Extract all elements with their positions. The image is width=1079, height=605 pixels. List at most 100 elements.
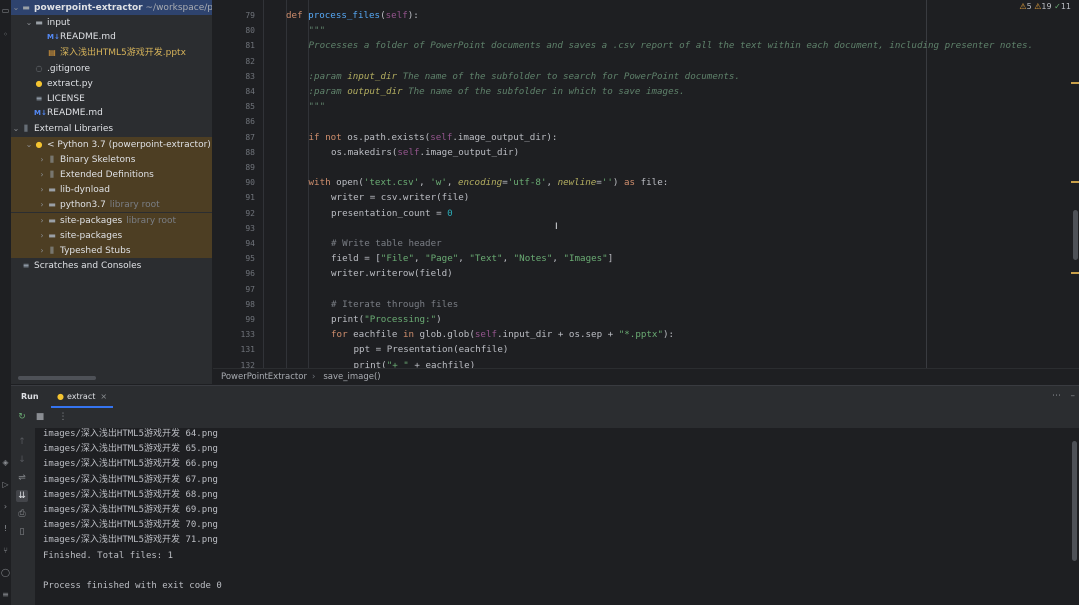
chevron-right-icon[interactable]: › (37, 152, 47, 167)
markdown-icon: M↓ (47, 33, 60, 42)
rerun-icon[interactable]: ↻ (16, 411, 28, 423)
tree-item[interactable]: ≡ Scratches and Consoles (11, 258, 212, 273)
trash-icon[interactable]: ▯ (16, 526, 28, 538)
tree-item[interactable]: › ▬ python3.7 library root (11, 197, 212, 213)
code-line[interactable]: field = ["File", "Page", "Text", "Notes"… (331, 251, 613, 266)
todo-icon[interactable]: ≡ (1, 590, 10, 599)
tree-item[interactable]: › ⫼ Typeshed Stubs (11, 243, 212, 258)
code-line[interactable]: with open('text.csv', 'w', encoding='utf… (309, 175, 669, 190)
chevron-right-icon[interactable]: › (37, 197, 47, 212)
more-options-icon[interactable]: ⋯ (1052, 391, 1061, 401)
tree-item[interactable]: ◌ .gitignore (11, 61, 212, 76)
console-line: images/深入浅出HTML5游戏开发 64.png (43, 429, 218, 439)
code-line[interactable]: writer = csv.writer(file) (331, 190, 469, 205)
tree-item-label: Scratches and Consoles (34, 261, 142, 272)
git-icon[interactable]: ⑂ (1, 546, 10, 555)
services-icon[interactable]: ◯ (1, 568, 10, 577)
tree-item[interactable]: ▤ 深入浅出HTML5游戏开发.pptx (11, 45, 212, 60)
inspection-widget[interactable]: ⚠5 ⚠19 ✓11 (1019, 2, 1071, 11)
breadcrumb-class[interactable]: PowerPointExtractor (221, 372, 307, 382)
tab-label: extract (66, 392, 96, 401)
chevron-down-icon[interactable]: ⌄ (11, 0, 21, 15)
tree-item[interactable]: ⌄ ● < Python 3.7 (powerpoint-extractor) > (11, 136, 212, 152)
horizontal-scrollbar[interactable] (18, 376, 96, 380)
tree-item[interactable]: › ▬ lib-dynload (11, 182, 212, 198)
close-icon[interactable]: × (100, 392, 107, 401)
tree-item[interactable]: › ▬ site-packages library root (11, 212, 212, 228)
python-packages-icon[interactable]: ◈ (1, 458, 10, 467)
console-line: images/深入浅出HTML5游戏开发 68.png (43, 489, 218, 500)
chevron-down-icon[interactable]: ⌄ (24, 137, 34, 152)
code-area[interactable]: def process_files(self): """ Processes a f… (263, 0, 1073, 368)
terminal-icon[interactable]: › (1, 502, 10, 511)
print-icon[interactable]: ⎙ (16, 508, 28, 520)
code-line[interactable]: writer.writerow(field) (331, 266, 453, 281)
chevron-right-icon[interactable]: › (37, 243, 47, 258)
code-line[interactable]: def process_files(self): (286, 8, 419, 23)
line-number-gutter: 79 80 81 82 83 84 85 86 87 88 89 90 91 92 93 94 95 96 97 98… (213, 0, 258, 368)
tree-item[interactable]: ≡ LICENSE (11, 91, 212, 106)
code-line[interactable]: # Iterate through files (331, 297, 458, 312)
chevron-down-icon[interactable]: ⌄ (11, 121, 21, 136)
editor-scrollbar[interactable] (1073, 210, 1078, 260)
tree-item[interactable]: ⌄ ⫼ External Libraries (11, 121, 212, 136)
tab-extract[interactable]: ● extract × (51, 388, 114, 408)
tree-item[interactable]: › ▬ site-packages (11, 227, 212, 243)
chevron-right-icon[interactable]: › (37, 182, 47, 197)
code-line[interactable]: print("Processing:") (331, 312, 442, 327)
code-line[interactable]: presentation_count = 0 (331, 206, 453, 221)
more-vertical-icon[interactable]: ⋮ (57, 411, 69, 423)
python-file-icon: ● (35, 78, 43, 88)
minimize-icon[interactable]: – (1071, 391, 1076, 401)
warning-icon: ⚠ (1019, 2, 1027, 11)
code-editor[interactable]: 79 80 81 82 83 84 85 86 87 88 89 90 91 92 93 94 95 96 97 98… (213, 0, 1079, 368)
line-number: 90 (245, 178, 255, 188)
scroll-to-end-icon[interactable]: ⇊ (16, 490, 28, 502)
line-number: 89 (245, 163, 255, 172)
code-line[interactable]: os.makedirs(self.image_output_dir) (331, 145, 519, 160)
chevron-right-icon[interactable]: › (37, 167, 47, 182)
code-line[interactable]: print("+ " + eachfile) (354, 358, 476, 368)
soft-wrap-icon[interactable]: ⇌ (16, 472, 28, 484)
error-stripe-marker[interactable] (1071, 181, 1079, 183)
tree-item[interactable]: › ⫼ Binary Skeletons (11, 151, 212, 167)
stop-icon[interactable]: ■ (34, 411, 46, 423)
breadcrumb-method[interactable]: save_image() (323, 372, 380, 382)
code-line[interactable]: """ (309, 23, 326, 38)
arrow-down-icon[interactable]: ↓ (16, 454, 28, 466)
commit-icon[interactable]: ◦ (1, 30, 10, 39)
tree-item-label: < Python 3.7 (powerpoint-extractor) > (47, 139, 212, 150)
code-line[interactable]: Processes a folder of PowerPoint documen… (309, 38, 1034, 53)
chevron-down-icon[interactable]: ⌄ (24, 15, 34, 30)
tree-item[interactable]: ● extract.py (11, 76, 212, 91)
tree-item-label: site-packages (60, 230, 123, 241)
tree-item[interactable]: › ⫼ Extended Definitions (11, 167, 212, 182)
error-stripe-marker[interactable] (1071, 82, 1079, 84)
run-icon[interactable]: ▷ (1, 480, 10, 489)
console-scrollbar[interactable] (1072, 441, 1077, 561)
project-tool-window: ⌄▬powerpoint-extractor ~/workspace/pyth … (11, 0, 212, 384)
folder-icon[interactable]: ▭ (1, 6, 10, 15)
code-line[interactable]: :param output_dir The name of the subfol… (309, 84, 685, 99)
code-line[interactable]: """ (309, 99, 326, 114)
code-line[interactable]: # Write table header (331, 236, 442, 251)
tree-item[interactable]: M↓README.md (11, 30, 212, 45)
chevron-right-icon[interactable]: › (37, 213, 47, 228)
code-line[interactable]: :param input_dir The name of the subfold… (309, 69, 740, 84)
problems-icon[interactable]: ! (1, 524, 10, 533)
arrow-up-icon[interactable]: ↑ (16, 436, 28, 448)
line-number: 132 (240, 360, 255, 368)
code-line[interactable]: ppt = Presentation(eachfile) (354, 342, 509, 357)
code-line[interactable]: if not os.path.exists(self.image_output_… (309, 130, 558, 145)
project-root[interactable]: ⌄▬ powerpoint-extractor ~/workspace/pyth (11, 0, 212, 15)
code-line[interactable]: for eachfile in glob.glob(self.input_dir… (331, 327, 674, 342)
console-line: images/深入浅出HTML5游戏开发 69.png (43, 505, 218, 515)
tree-item[interactable]: ⌄ ▬ input (11, 15, 212, 30)
line-number: 82 (245, 56, 255, 66)
chevron-right-icon[interactable]: › (37, 228, 47, 243)
console-output[interactable]: images/深入浅出HTML5游戏开发 64.png images/深入浅出HT… (43, 428, 1073, 605)
tree-item[interactable]: M↓README.md (11, 106, 212, 121)
folder-icon: ▬ (35, 18, 43, 27)
error-stripe-marker[interactable] (1071, 272, 1079, 274)
tree-item-hint: library root (126, 215, 177, 226)
